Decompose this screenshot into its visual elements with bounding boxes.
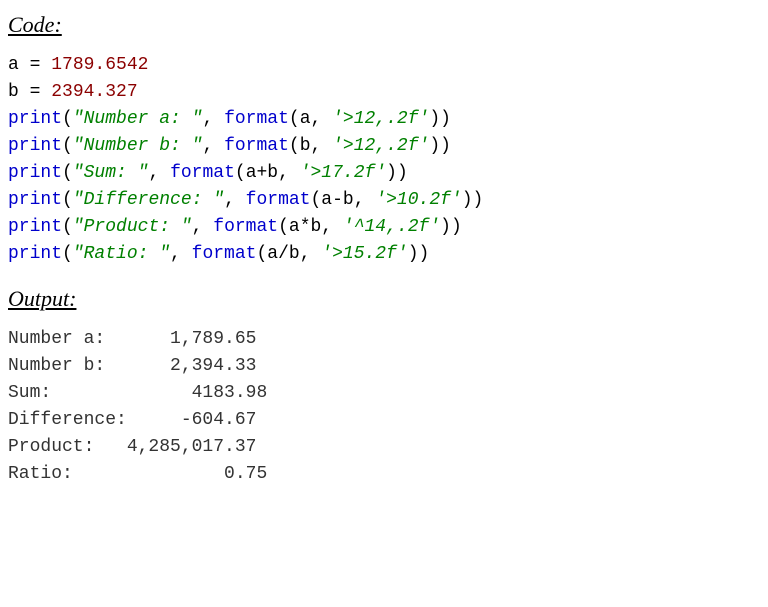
string-literal: '>17.2f': [300, 163, 386, 183]
string-literal: "Number b: ": [73, 136, 203, 156]
string-literal: '>10.2f': [375, 190, 461, 210]
output-line-4: Difference: -604.67: [8, 410, 256, 430]
paren-close: ): [408, 244, 419, 264]
code-line-1: a = 1789.6542: [8, 55, 148, 75]
paren-open: (: [289, 109, 300, 129]
comma: ,: [311, 109, 333, 129]
paren-open: (: [256, 244, 267, 264]
comma: ,: [192, 217, 214, 237]
output-line-2: Number b: 2,394.33: [8, 356, 256, 376]
paren-open: (: [310, 190, 321, 210]
comma: ,: [278, 163, 300, 183]
comma: ,: [311, 136, 333, 156]
string-literal: "Sum: ": [73, 163, 149, 183]
paren-open: (: [62, 136, 73, 156]
paren-close: ): [386, 163, 397, 183]
code-block: a = 1789.6542 b = 2394.327 print("Number…: [8, 52, 760, 268]
output-line-3: Sum: 4183.98: [8, 383, 267, 403]
paren-close: ): [429, 109, 440, 129]
string-literal: "Difference: ": [73, 190, 224, 210]
output-line-5: Product: 4,285,017.37: [8, 437, 256, 457]
paren-close: ): [397, 163, 408, 183]
output-line-1: Number a: 1,789.65: [8, 329, 256, 349]
num-literal: 2394.327: [51, 82, 137, 102]
expr: a/b: [267, 244, 299, 264]
fn-format: format: [224, 109, 289, 129]
comma: ,: [202, 136, 224, 156]
string-literal: "Product: ": [73, 217, 192, 237]
comma: ,: [224, 190, 246, 210]
code-line-2: b = 2394.327: [8, 82, 138, 102]
code-line-8: print("Ratio: ", format(a/b, '>15.2f')): [8, 244, 429, 264]
fn-print: print: [8, 136, 62, 156]
fn-print: print: [8, 163, 62, 183]
comma: ,: [354, 190, 376, 210]
string-literal: '^14,.2f': [343, 217, 440, 237]
string-literal: "Ratio: ": [73, 244, 170, 264]
comma: ,: [148, 163, 170, 183]
string-literal: '>12,.2f': [332, 109, 429, 129]
num-literal: 1789.6542: [51, 55, 148, 75]
code-line-6: print("Difference: ", format(a-b, '>10.2…: [8, 190, 483, 210]
fn-format: format: [246, 190, 311, 210]
string-literal: "Number a: ": [73, 109, 203, 129]
paren-close: ): [419, 244, 430, 264]
code-line-3: print("Number a: ", format(a, '>12,.2f')…: [8, 109, 451, 129]
paren-open: (: [278, 217, 289, 237]
output-block: Number a: 1,789.65 Number b: 2,394.33 Su…: [8, 326, 760, 488]
paren-close: ): [440, 217, 451, 237]
string-literal: '>12,.2f': [332, 136, 429, 156]
expr: a: [300, 109, 311, 129]
code-line-4: print("Number b: ", format(b, '>12,.2f')…: [8, 136, 451, 156]
code-line-5: print("Sum: ", format(a+b, '>17.2f')): [8, 163, 408, 183]
comma: ,: [170, 244, 192, 264]
fn-format: format: [213, 217, 278, 237]
comma: ,: [202, 109, 224, 129]
paren-close: ): [440, 136, 451, 156]
output-line-6: Ratio: 0.75: [8, 464, 267, 484]
fn-format: format: [224, 136, 289, 156]
expr: a+b: [246, 163, 278, 183]
paren-close: ): [473, 190, 484, 210]
assign-op: =: [19, 82, 51, 102]
paren-open: (: [62, 244, 73, 264]
paren-close: ): [451, 217, 462, 237]
expr: a-b: [321, 190, 353, 210]
fn-print: print: [8, 217, 62, 237]
output-heading: Output:: [8, 286, 760, 312]
expr: b: [300, 136, 311, 156]
paren-open: (: [62, 217, 73, 237]
paren-open: (: [235, 163, 246, 183]
code-heading: Code:: [8, 12, 760, 38]
paren-open: (: [289, 136, 300, 156]
assign-op: =: [19, 55, 51, 75]
fn-format: format: [192, 244, 257, 264]
code-line-7: print("Product: ", format(a*b, '^14,.2f'…: [8, 217, 462, 237]
paren-open: (: [62, 190, 73, 210]
comma: ,: [321, 217, 343, 237]
paren-open: (: [62, 163, 73, 183]
fn-format: format: [170, 163, 235, 183]
comma: ,: [300, 244, 322, 264]
paren-close: ): [462, 190, 473, 210]
paren-close: ): [429, 136, 440, 156]
var-b: b: [8, 82, 19, 102]
fn-print: print: [8, 109, 62, 129]
fn-print: print: [8, 190, 62, 210]
var-a: a: [8, 55, 19, 75]
paren-close: ): [440, 109, 451, 129]
paren-open: (: [62, 109, 73, 129]
fn-print: print: [8, 244, 62, 264]
expr: a*b: [289, 217, 321, 237]
string-literal: '>15.2f': [321, 244, 407, 264]
